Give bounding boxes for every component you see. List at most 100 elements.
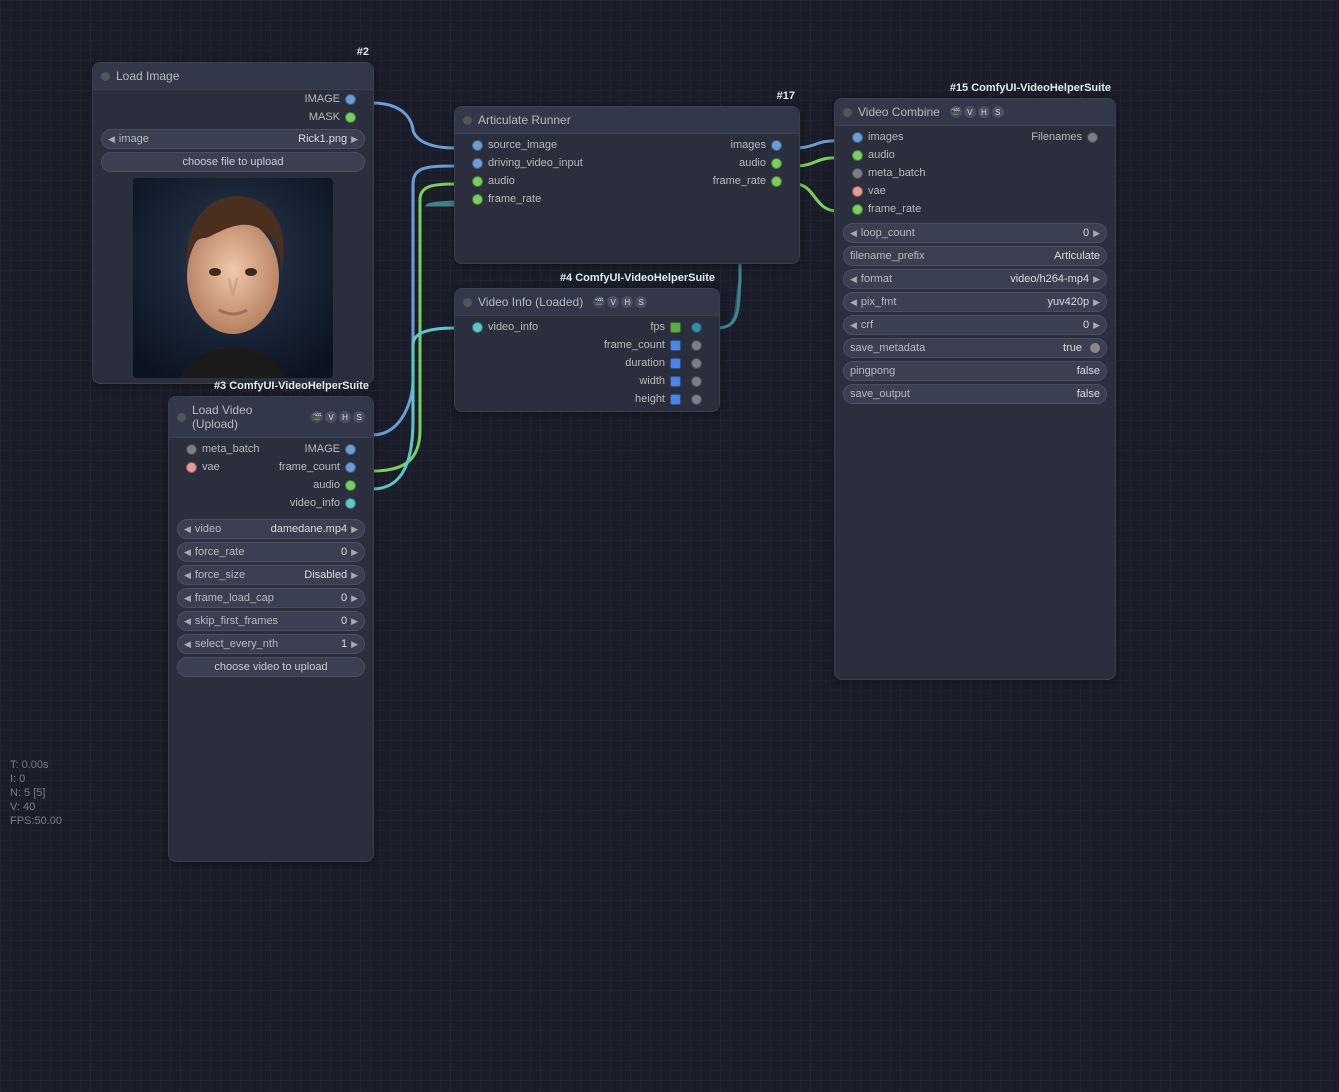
port-dot[interactable] bbox=[691, 376, 702, 387]
output-mask[interactable]: MASK bbox=[93, 108, 373, 126]
port-dot[interactable] bbox=[345, 498, 356, 509]
output-audio[interactable]: audio bbox=[739, 154, 799, 172]
frame-load-cap-widget[interactable]: ◀frame_load_cap0▶ bbox=[177, 588, 365, 608]
prev-icon[interactable]: ◀ bbox=[184, 524, 191, 535]
port-dot[interactable] bbox=[345, 94, 356, 105]
prev-icon[interactable]: ◀ bbox=[108, 134, 115, 145]
next-icon[interactable]: ▶ bbox=[1093, 320, 1100, 331]
force-size-widget[interactable]: ◀force_sizeDisabled▶ bbox=[177, 565, 365, 585]
prev-icon[interactable]: ◀ bbox=[184, 593, 191, 604]
input-meta-batch[interactable]: meta_batch bbox=[835, 164, 925, 182]
prev-icon[interactable]: ◀ bbox=[184, 639, 191, 650]
port-dot[interactable] bbox=[670, 322, 681, 333]
port-dot[interactable] bbox=[852, 186, 863, 197]
upload-video-button[interactable]: choose video to upload bbox=[177, 657, 365, 677]
input-frame-rate[interactable]: frame_rate bbox=[455, 190, 541, 208]
port-dot[interactable] bbox=[670, 340, 681, 351]
force-rate-widget[interactable]: ◀force_rate0▶ bbox=[177, 542, 365, 562]
port-dot[interactable] bbox=[670, 358, 681, 369]
port-dot[interactable] bbox=[472, 158, 483, 169]
port-dot[interactable] bbox=[691, 394, 702, 405]
output-images[interactable]: images bbox=[731, 136, 799, 154]
port-dot[interactable] bbox=[771, 140, 782, 151]
output-frame-rate[interactable]: frame_rate bbox=[713, 172, 799, 190]
output-filenames[interactable]: Filenames bbox=[1031, 128, 1115, 146]
next-icon[interactable]: ▶ bbox=[351, 593, 358, 604]
skip-first-frames-widget[interactable]: ◀skip_first_frames0▶ bbox=[177, 611, 365, 631]
node-title-bar[interactable]: Load Image bbox=[93, 63, 373, 90]
output-frame-count[interactable]: frame_count bbox=[279, 458, 373, 476]
node-title-bar[interactable]: Load Video (Upload) 🎬VHS bbox=[169, 397, 373, 438]
collapse-icon[interactable] bbox=[463, 298, 472, 307]
save-output-toggle[interactable]: save_outputfalse bbox=[843, 384, 1107, 404]
crf-widget[interactable]: ◀crf0▶ bbox=[843, 315, 1107, 335]
port-dot[interactable] bbox=[852, 204, 863, 215]
port-dot[interactable] bbox=[1087, 132, 1098, 143]
next-icon[interactable]: ▶ bbox=[1093, 228, 1100, 239]
prev-icon[interactable]: ◀ bbox=[184, 616, 191, 627]
next-icon[interactable]: ▶ bbox=[351, 524, 358, 535]
port-dot[interactable] bbox=[472, 176, 483, 187]
output-image[interactable]: IMAGE bbox=[93, 90, 373, 108]
input-source-image[interactable]: source_image bbox=[455, 136, 557, 154]
node-canvas[interactable]: #2 Load Image IMAGE MASK ◀image Rick1.pn… bbox=[0, 0, 1339, 1092]
port-dot[interactable] bbox=[670, 394, 681, 405]
output-fps[interactable]: fps bbox=[650, 318, 719, 336]
port-dot[interactable] bbox=[852, 150, 863, 161]
next-icon[interactable]: ▶ bbox=[351, 547, 358, 558]
port-dot[interactable] bbox=[670, 376, 681, 387]
loop-count-widget[interactable]: ◀loop_count0▶ bbox=[843, 223, 1107, 243]
input-audio[interactable]: audio bbox=[835, 146, 895, 164]
port-dot[interactable] bbox=[345, 112, 356, 123]
input-meta-batch[interactable]: meta_batch bbox=[169, 440, 259, 458]
port-dot[interactable] bbox=[472, 140, 483, 151]
collapse-icon[interactable] bbox=[843, 108, 852, 117]
next-icon[interactable]: ▶ bbox=[351, 639, 358, 650]
port-dot[interactable] bbox=[852, 132, 863, 143]
prev-icon[interactable]: ◀ bbox=[850, 228, 857, 239]
save-metadata-toggle[interactable]: save_metadatatrue bbox=[843, 338, 1107, 358]
input-images[interactable]: images bbox=[835, 128, 903, 146]
port-dot[interactable] bbox=[345, 480, 356, 491]
port-dot[interactable] bbox=[345, 444, 356, 455]
output-audio[interactable]: audio bbox=[313, 476, 373, 494]
collapse-icon[interactable] bbox=[101, 72, 110, 81]
input-audio[interactable]: audio bbox=[455, 172, 515, 190]
output-width[interactable]: width bbox=[639, 372, 719, 390]
node-load-video-upload[interactable]: #3 ComfyUI-VideoHelperSuite Load Video (… bbox=[168, 396, 374, 862]
port-dot[interactable] bbox=[691, 340, 702, 351]
output-frame-count[interactable]: frame_count bbox=[604, 336, 719, 354]
node-title-bar[interactable]: Articulate Runner bbox=[455, 107, 799, 134]
port-dot[interactable] bbox=[345, 462, 356, 473]
next-icon[interactable]: ▶ bbox=[351, 134, 358, 145]
prev-icon[interactable]: ◀ bbox=[184, 547, 191, 558]
port-dot[interactable] bbox=[472, 322, 483, 333]
image-selector[interactable]: ◀image Rick1.png▶ bbox=[101, 129, 365, 149]
output-video-info[interactable]: video_info bbox=[290, 494, 373, 512]
input-vae[interactable]: vae bbox=[835, 182, 886, 200]
port-dot[interactable] bbox=[472, 194, 483, 205]
next-icon[interactable]: ▶ bbox=[351, 616, 358, 627]
pingpong-toggle[interactable]: pingpongfalse bbox=[843, 361, 1107, 381]
output-height[interactable]: height bbox=[635, 390, 719, 408]
pix-fmt-widget[interactable]: ◀pix_fmtyuv420p▶ bbox=[843, 292, 1107, 312]
prev-icon[interactable]: ◀ bbox=[850, 320, 857, 331]
input-driving-video[interactable]: driving_video_input bbox=[455, 154, 583, 172]
format-widget[interactable]: ◀formatvideo/h264-mp4▶ bbox=[843, 269, 1107, 289]
port-dot[interactable] bbox=[771, 176, 782, 187]
node-load-image[interactable]: #2 Load Image IMAGE MASK ◀image Rick1.pn… bbox=[92, 62, 374, 384]
port-dot[interactable] bbox=[691, 358, 702, 369]
output-duration[interactable]: duration bbox=[625, 354, 719, 372]
next-icon[interactable]: ▶ bbox=[1093, 297, 1100, 308]
upload-button[interactable]: choose file to upload bbox=[101, 152, 365, 172]
filename-prefix-widget[interactable]: filename_prefixArticulate bbox=[843, 246, 1107, 266]
next-icon[interactable]: ▶ bbox=[351, 570, 358, 581]
port-dot[interactable] bbox=[852, 168, 863, 179]
port-dot[interactable] bbox=[691, 322, 702, 333]
port-dot[interactable] bbox=[771, 158, 782, 169]
node-video-combine[interactable]: #15 ComfyUI-VideoHelperSuite Video Combi… bbox=[834, 98, 1116, 680]
video-selector[interactable]: ◀videodamedane.mp4▶ bbox=[177, 519, 365, 539]
collapse-icon[interactable] bbox=[463, 116, 472, 125]
input-video-info[interactable]: video_info bbox=[455, 318, 538, 336]
select-every-nth-widget[interactable]: ◀select_every_nth1▶ bbox=[177, 634, 365, 654]
